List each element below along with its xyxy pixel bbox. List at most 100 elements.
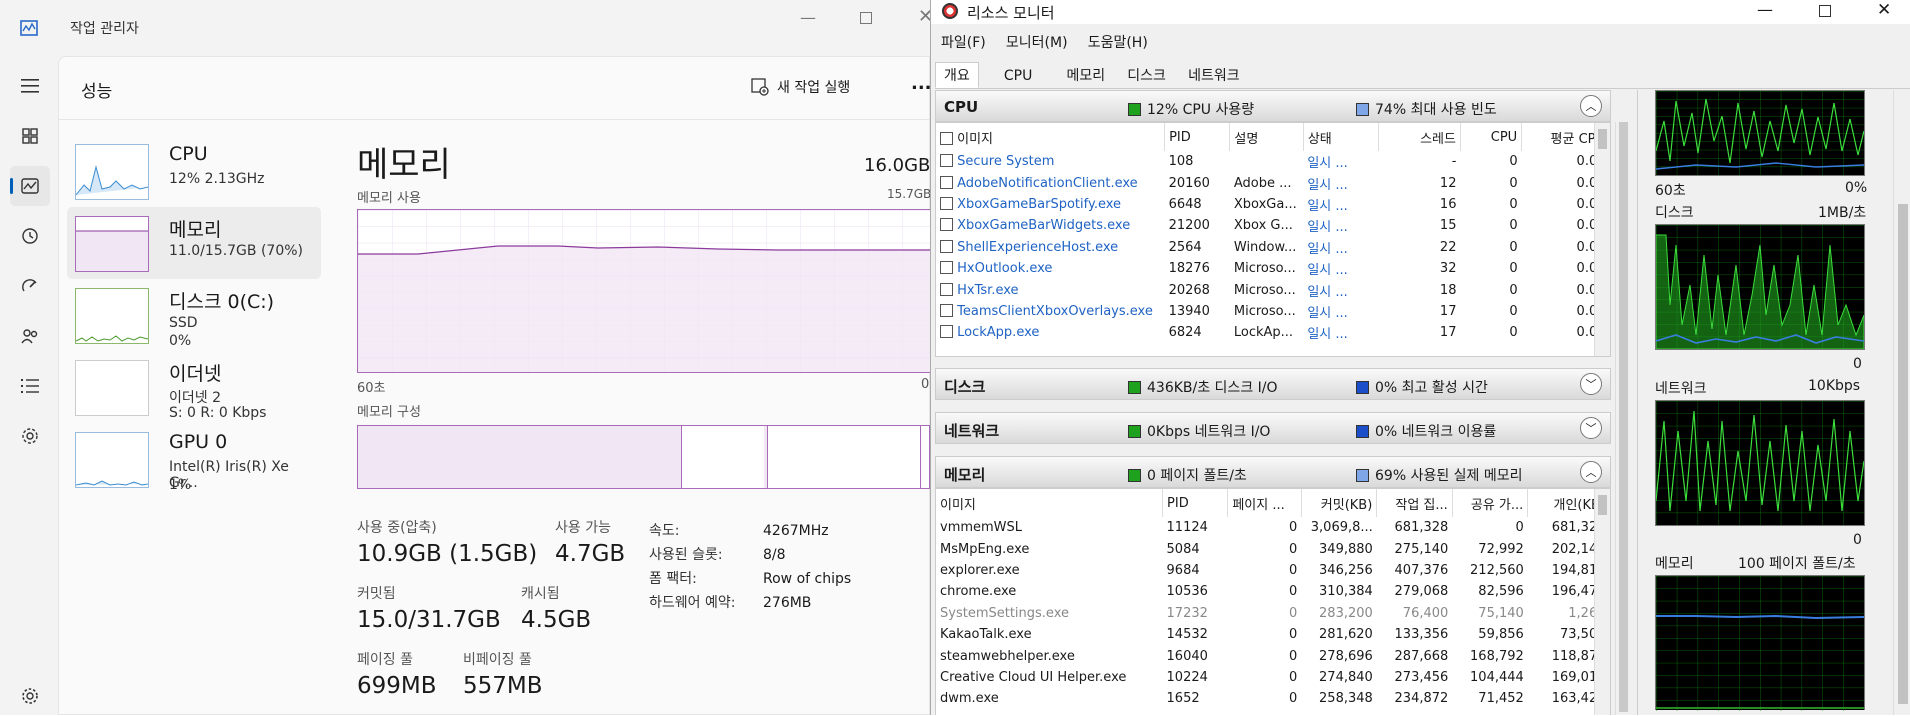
col-image[interactable]: 이미지 (936, 489, 1164, 517)
row-checkbox[interactable] (940, 239, 953, 253)
startup-icon[interactable] (10, 266, 50, 306)
table-row[interactable]: ShellExperienceHost.exe 2564 Window... 일시 .… (936, 237, 1610, 258)
tab-network[interactable]: 네트워크 (1179, 62, 1249, 88)
card-gpu[interactable]: GPU 0 Intel(R) Iris(R) Xe Gr... 1% (67, 423, 321, 495)
table-row[interactable]: steamwebhelper.exe 16040 0 278,696 287,668 16… (936, 645, 1610, 666)
table-row[interactable]: TeamsClientXboxOverlays.exe 13940 Microso.… (936, 301, 1610, 322)
rm-close-button[interactable]: ✕ (1877, 0, 1891, 20)
row-checkbox[interactable] (940, 303, 953, 317)
table-row[interactable]: Secure System 108 일시 ... -0 0.00 (936, 151, 1610, 172)
history-icon[interactable] (10, 216, 50, 256)
users-icon[interactable] (10, 316, 50, 356)
table-row[interactable]: Creative Cloud UI Helper.exe 10224 0 274,84… (936, 667, 1610, 688)
col-cpu[interactable]: CPU (1460, 123, 1523, 151)
table-row[interactable]: HxTsr.exe 20268 Microso... 일시 ... 18 0 0.00 (936, 279, 1610, 300)
cpu-cell: 18276 (1168, 261, 1210, 277)
more-options-button[interactable]: ... (911, 73, 932, 94)
col-image[interactable]: 이미지 (936, 123, 1166, 151)
memory-table-scrollbar[interactable] (1594, 489, 1610, 715)
cpu-cell: 일시 ... (1307, 327, 1348, 343)
cpu-cell: 일시 ... (1307, 241, 1348, 257)
in-use-label: 사용 중(압축) (357, 520, 437, 536)
memory-cell: 281,620 (1319, 627, 1373, 643)
tab-memory[interactable]: 메모리 (1058, 62, 1115, 88)
disk-section-header[interactable]: 디스크 436KB/초 디스크 I/O 0% 최고 활성 시간 ﹀ (935, 368, 1611, 400)
maximize-button[interactable] (860, 12, 872, 24)
processes-icon[interactable] (10, 116, 50, 156)
col-hard-faults[interactable]: 페이지 ... (1227, 489, 1302, 517)
col-desc[interactable]: 설명 (1229, 123, 1304, 151)
memory-cell: 283,200 (1319, 605, 1373, 621)
overview-scrollbar[interactable] (1615, 122, 1631, 715)
hamburger-icon[interactable] (10, 66, 50, 106)
memory-cell: 349,880 (1319, 541, 1373, 557)
row-checkbox[interactable] (940, 218, 953, 232)
cpu-cell: Microso... (1233, 282, 1296, 298)
row-checkbox[interactable] (940, 261, 953, 275)
row-checkbox[interactable] (940, 196, 953, 210)
services-icon[interactable] (10, 416, 50, 456)
paged-pool-value: 699MB (357, 673, 437, 699)
col-status[interactable]: 상태 (1303, 123, 1380, 151)
menu-help[interactable]: 도움말(H) (1088, 32, 1148, 52)
graph-pane-scrollbar[interactable] (1893, 90, 1910, 715)
col-pid[interactable]: PID (1164, 123, 1231, 151)
row-checkbox[interactable] (940, 325, 953, 339)
col-commit[interactable]: 커밋(KB) (1301, 489, 1378, 517)
collapse-chevron-icon[interactable]: ︿ (1580, 461, 1602, 483)
committed-label: 커밋됨 (357, 586, 396, 602)
cpu-cell: TeamsClientXboxOverlays.exe (936, 301, 1165, 322)
settings-icon[interactable] (10, 676, 50, 716)
card-memory[interactable]: 메모리 11.0/15.7GB (70%) (67, 207, 321, 279)
metric-text: 0 페이지 폴트/초 (1147, 468, 1247, 484)
tab-cpu[interactable]: CPU (995, 65, 1041, 87)
cpu-cell: 108 (1168, 154, 1194, 170)
table-row[interactable]: HxOutlook.exe 18276 Microso... 일시 ... 32 0 0.0… (936, 258, 1610, 279)
menu-file[interactable]: 파일(F) (941, 32, 986, 52)
memory-max-label: 15.7GB (887, 187, 932, 201)
menu-monitor[interactable]: 모니터(M) (1006, 32, 1068, 52)
cpu-section-header[interactable]: CPU 12% CPU 사용량 74% 최대 사용 빈도 ︿ (935, 90, 1611, 122)
rm-maximize-button[interactable] (1819, 5, 1831, 17)
table-row[interactable]: KakaoTalk.exe 14532 0 281,620 133,356 59,856 7… (936, 624, 1610, 645)
row-checkbox[interactable] (940, 282, 953, 296)
col-threads[interactable]: 스레드 (1378, 123, 1461, 151)
card-cpu[interactable]: CPU 12% 2.13GHz (67, 135, 321, 207)
prop-key: 하드웨어 예약: (649, 595, 736, 611)
expand-chevron-icon[interactable]: ﹀ (1580, 417, 1602, 439)
col-pid[interactable]: PID (1162, 489, 1229, 517)
tab-disk[interactable]: 디스크 (1118, 62, 1175, 88)
table-row[interactable]: XboxGameBarSpotify.exe 6648 XboxGa... 일시 ..… (936, 194, 1610, 215)
row-checkbox[interactable] (940, 175, 953, 189)
table-row[interactable]: chrome.exe 10536 0 310,384 279,068 82,596 196,… (936, 581, 1610, 602)
row-checkbox[interactable] (940, 154, 953, 168)
collapse-chevron-icon[interactable]: ︿ (1580, 95, 1602, 117)
prop-value: 4267MHz (763, 523, 829, 539)
cached-label: 캐시됨 (521, 586, 560, 602)
minimize-button[interactable]: — (800, 8, 816, 27)
col-shareable[interactable]: 공유 가... (1452, 489, 1529, 517)
table-row[interactable]: dwm.exe 1652 0 258,348 234,872 71,452 163,420 (936, 688, 1610, 709)
table-row[interactable]: vmmemWSL 11124 0 3,069,8... 681,328 0 681,328 (936, 517, 1610, 538)
details-icon[interactable] (10, 366, 50, 406)
available-label: 사용 가능 (555, 520, 611, 536)
col-working-set[interactable]: 작업 집... (1376, 489, 1453, 517)
cpu-table-scrollbar[interactable] (1594, 123, 1610, 356)
run-new-task-button[interactable]: 새 작업 실행 (751, 77, 850, 97)
network-section-header[interactable]: 네트워크 0Kbps 네트워크 I/O 0% 네트워크 이용률 ﹀ (935, 412, 1611, 444)
table-row[interactable]: MsMpEng.exe 5084 0 349,880 275,140 72,992 202,… (936, 538, 1610, 559)
table-row[interactable]: AdobeNotificationClient.exe 20160 Adobe ..… (936, 172, 1610, 193)
card-ethernet[interactable]: 이더넷 이더넷 2 S: 0 R: 0 Kbps (67, 351, 321, 423)
memory-cell: 72,992 (1478, 541, 1524, 557)
memory-section-header[interactable]: 메모리 0 페이지 폴트/초 69% 사용된 실제 메모리 ︿ (935, 456, 1611, 488)
card-disk[interactable]: 디스크 0(C:) SSD 0% (67, 279, 321, 351)
select-all-checkbox[interactable] (940, 131, 953, 145)
performance-icon[interactable] (10, 166, 50, 206)
tab-overview[interactable]: 개요 (935, 62, 979, 88)
rm-minimize-button[interactable]: — (1757, 0, 1773, 19)
table-row[interactable]: SystemSettings.exe 17232 0 283,200 76,400 75,… (936, 603, 1610, 624)
table-row[interactable]: XboxGameBarWidgets.exe 21200 Xbox G... 일시 .… (936, 215, 1610, 236)
expand-chevron-icon[interactable]: ﹀ (1580, 373, 1602, 395)
table-row[interactable]: explorer.exe 9684 0 346,256 407,376 212,560 19… (936, 560, 1610, 581)
table-row[interactable]: LockApp.exe 6824 LockAp... 일시 ... 17 0 0.00 (936, 322, 1610, 343)
